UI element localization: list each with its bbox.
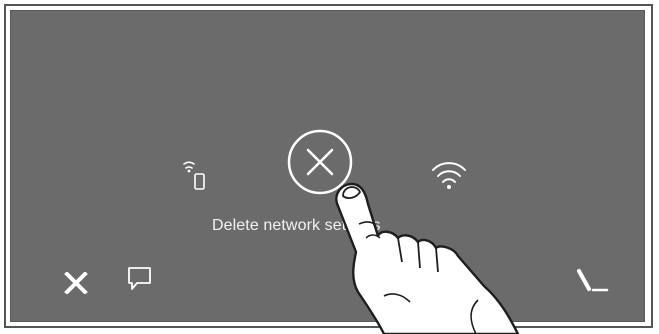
message-icon bbox=[128, 267, 151, 290]
close-button[interactable] bbox=[64, 271, 88, 295]
message-button[interactable] bbox=[126, 264, 154, 292]
phone-wifi-icon bbox=[180, 160, 210, 194]
close-circle-icon bbox=[287, 129, 353, 195]
wifi-icon bbox=[430, 158, 468, 192]
status-caption: Delete network settings bbox=[212, 217, 381, 234]
edit-button[interactable] bbox=[576, 268, 610, 296]
delete-network-settings-button[interactable] bbox=[286, 128, 354, 196]
pen-icon bbox=[577, 269, 609, 292]
close-x-icon bbox=[64, 271, 88, 295]
